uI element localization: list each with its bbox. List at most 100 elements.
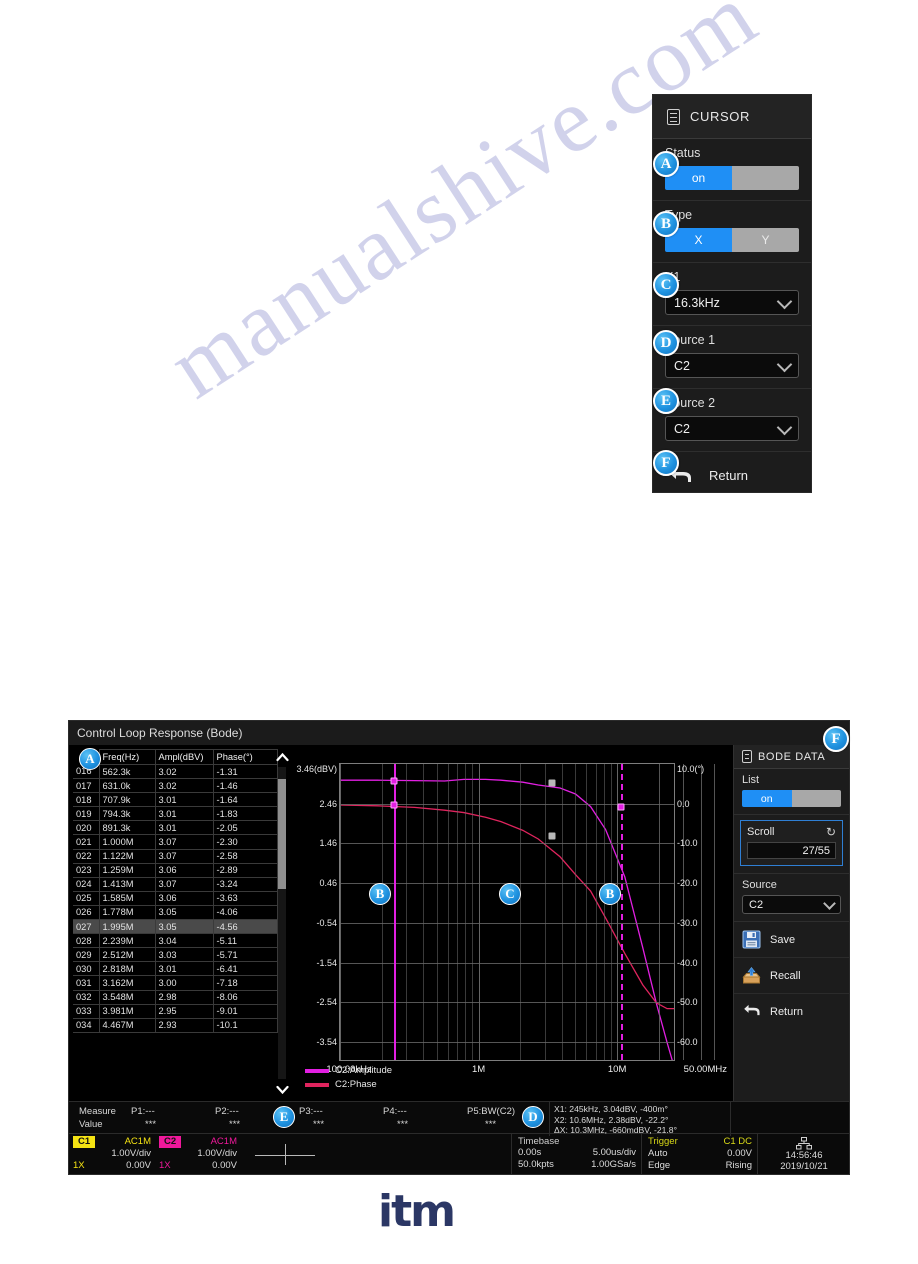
cursor-x2-readout: X2: 10.6MHz, 2.38dBV, -22.2° <box>554 1114 669 1125</box>
y-axis-right-tick: -30.0 <box>677 917 698 928</box>
table-row[interactable]: 028 2.239M 3.04 -5.11 <box>73 933 278 949</box>
bode-recall-button[interactable]: Recall <box>734 958 849 994</box>
table-row[interactable]: 016 562.3k 3.02 -1.31 <box>73 763 278 780</box>
grid-line-vertical <box>586 764 588 1060</box>
channel-1-offset-row: 1X 0.00V <box>73 1160 151 1172</box>
table-row[interactable]: 017 631.0k 3.02 -1.46 <box>73 778 278 794</box>
channel-2-tag[interactable]: C2 <box>159 1136 182 1148</box>
grid-line-vertical <box>457 764 459 1060</box>
row-ampl: 2.93 <box>154 1017 214 1033</box>
channel-1-status[interactable]: C1 AC1M 1.00V/div 1X 0.00V <box>69 1134 155 1174</box>
chevron-down-icon <box>776 293 793 309</box>
table-row[interactable]: 022 1.122M 3.07 -2.58 <box>73 848 278 864</box>
bode-data-table: Freq(Hz) Ampl(dBV) Phase(°) 016 562.3k 3.0… <box>73 749 278 1033</box>
document-icon <box>667 108 680 125</box>
table-row[interactable]: 030 2.818M 3.01 -6.41 <box>73 961 278 977</box>
document-icon <box>742 750 752 763</box>
bode-table-body[interactable]: 016 562.3k 3.02 -1.31 017 631.0k 3.02 -1.46 018 7… <box>73 763 278 1033</box>
table-row[interactable]: 021 1.000M 3.07 -2.30 <box>73 834 278 850</box>
cursor-type-y-segment[interactable]: Y <box>732 228 799 252</box>
row-ampl: 3.07 <box>154 834 214 850</box>
y-axis-left-tick: 3.46(dBV) <box>296 764 337 774</box>
measure-item-p3[interactable]: E P3:--- *** <box>273 1102 383 1133</box>
bode-return-button[interactable]: Return <box>734 994 849 1029</box>
timebase-label: Timebase <box>518 1136 560 1147</box>
cursor-source2-dropdown[interactable]: C2 <box>665 416 799 441</box>
table-row[interactable]: 029 2.512M 3.03 -5.71 <box>73 947 278 963</box>
channel-1-tag[interactable]: C1 <box>73 1136 96 1148</box>
itm-logo: itm <box>378 1186 456 1237</box>
bode-scroll-control[interactable]: Scroll ↻ 27/55 <box>740 820 843 866</box>
measure-label: Measure <box>79 1106 116 1117</box>
measure-item-p1[interactable]: P1:--- *** <box>131 1102 215 1133</box>
cursor-type-toggle[interactable]: X Y <box>665 228 799 252</box>
bode-source-dropdown[interactable]: C2 <box>742 895 841 914</box>
clock-time: 14:56:46 <box>785 1150 823 1161</box>
timebase-status[interactable]: Timebase 0.00s 5.00us/div 50.0kpts 1.00G… <box>511 1134 641 1174</box>
callout-d-cursor: D <box>653 330 679 356</box>
channel-2-offset: 0.00V <box>212 1160 237 1171</box>
grid-line-vertical <box>436 764 438 1060</box>
scroll-down-arrow-icon[interactable] <box>275 1081 289 1097</box>
grid-line-vertical <box>381 764 383 1060</box>
cursor-source1-dropdown[interactable]: C2 <box>665 353 799 378</box>
bode-save-button[interactable]: Save <box>734 922 849 958</box>
grid-line-vertical <box>658 764 660 1060</box>
grid-line-horizontal <box>340 962 674 964</box>
grid-line-vertical <box>472 764 474 1060</box>
row-ampl: 3.01 <box>154 806 214 822</box>
trigger-status[interactable]: Trigger C1 DC Auto 0.00V Edge Rising <box>641 1134 757 1174</box>
table-row[interactable]: 019 794.3k 3.01 -1.83 <box>73 806 278 822</box>
clock-status: 14:56:46 2019/10/21 <box>757 1134 849 1174</box>
table-row[interactable]: 018 707.9k 3.01 -1.64 <box>73 792 278 808</box>
callout-e-cursor: E <box>653 388 679 414</box>
cursor-status-toggle[interactable]: on <box>665 166 799 190</box>
cursor-marker-x1-phase <box>390 801 398 809</box>
bode-source-label: Source <box>742 879 777 891</box>
table-row[interactable]: 034 4.467M 2.93 -10.1 <box>73 1017 278 1033</box>
floppy-disk-icon <box>742 930 761 949</box>
trace-marker-phase <box>548 832 556 840</box>
table-row[interactable]: 025 1.585M 3.06 -3.63 <box>73 890 278 906</box>
table-row[interactable]: 026 1.778M 3.05 -4.06 <box>73 904 278 921</box>
table-row[interactable]: 032 3.548M 2.98 -8.06 <box>73 989 278 1005</box>
y-axis-left-tick: 2.46 <box>319 798 337 809</box>
scrollbar-thumb[interactable] <box>278 779 286 889</box>
channel-2-header: C2 AC1M <box>159 1136 237 1148</box>
row-freq: 562.3k <box>98 763 156 780</box>
table-row[interactable]: 023 1.259M 3.06 -2.89 <box>73 862 278 878</box>
channel-2-status[interactable]: C2 AC1M 1.00V/div 1X 0.00V <box>155 1134 241 1174</box>
clock-date: 2019/10/21 <box>780 1161 828 1172</box>
table-row[interactable]: 024 1.413M 3.07 -3.24 <box>73 876 278 892</box>
bode-list-off-segment[interactable] <box>791 790 841 807</box>
table-row[interactable]: 031 3.162M 3.00 -7.18 <box>73 975 278 991</box>
table-row[interactable]: 027 1.995M 3.05 -4.56 <box>73 919 278 935</box>
channel-1-offset: 0.00V <box>126 1160 151 1171</box>
bode-list-toggle[interactable]: on <box>742 790 841 807</box>
y-axis-right-tick: -10.0 <box>677 838 698 849</box>
network-icon[interactable] <box>796 1137 812 1150</box>
cursor-readout-panel: D X1: 245kHz, 3.04dBV, -400m° X2: 10.6MH… <box>522 1102 731 1136</box>
row-freq: 1.413M <box>98 876 156 892</box>
table-scrollbar[interactable] <box>275 749 289 1097</box>
refresh-icon[interactable]: ↻ <box>826 825 836 839</box>
cursor-x1-dropdown[interactable]: 16.3kHz <box>665 290 799 315</box>
timebase-scale: 5.00us/div <box>592 1147 636 1158</box>
legend-swatch-phase <box>305 1082 329 1087</box>
callout-b-cursor: B <box>653 211 679 237</box>
bode-list-on-segment[interactable]: on <box>742 790 792 807</box>
cursor-status-off-segment[interactable] <box>732 166 799 190</box>
table-header-freq: Freq(Hz) <box>98 749 156 765</box>
table-row[interactable]: 020 891.3k 3.01 -2.05 <box>73 820 278 836</box>
measure-item-p4[interactable]: P4:--- *** <box>383 1102 467 1133</box>
row-freq: 2.818M <box>98 961 156 977</box>
row-phase: -6.41 <box>212 961 278 977</box>
bode-menu-title-label: BODE DATA <box>758 750 826 763</box>
table-row[interactable]: 033 3.981M 2.95 -9.01 <box>73 1003 278 1019</box>
bode-scroll-value[interactable]: 27/55 <box>747 842 836 859</box>
scroll-up-arrow-icon[interactable] <box>275 749 289 765</box>
legend-item-amplitude: C2:Amplitude <box>305 1065 392 1076</box>
row-ampl: 3.01 <box>154 961 214 977</box>
row-ampl: 3.01 <box>154 792 214 808</box>
bode-plot-canvas[interactable]: 3.46(dBV) 2.46 1.46 0.46 -0.54 -1.54 -2.54 -3.5… <box>296 763 727 1075</box>
